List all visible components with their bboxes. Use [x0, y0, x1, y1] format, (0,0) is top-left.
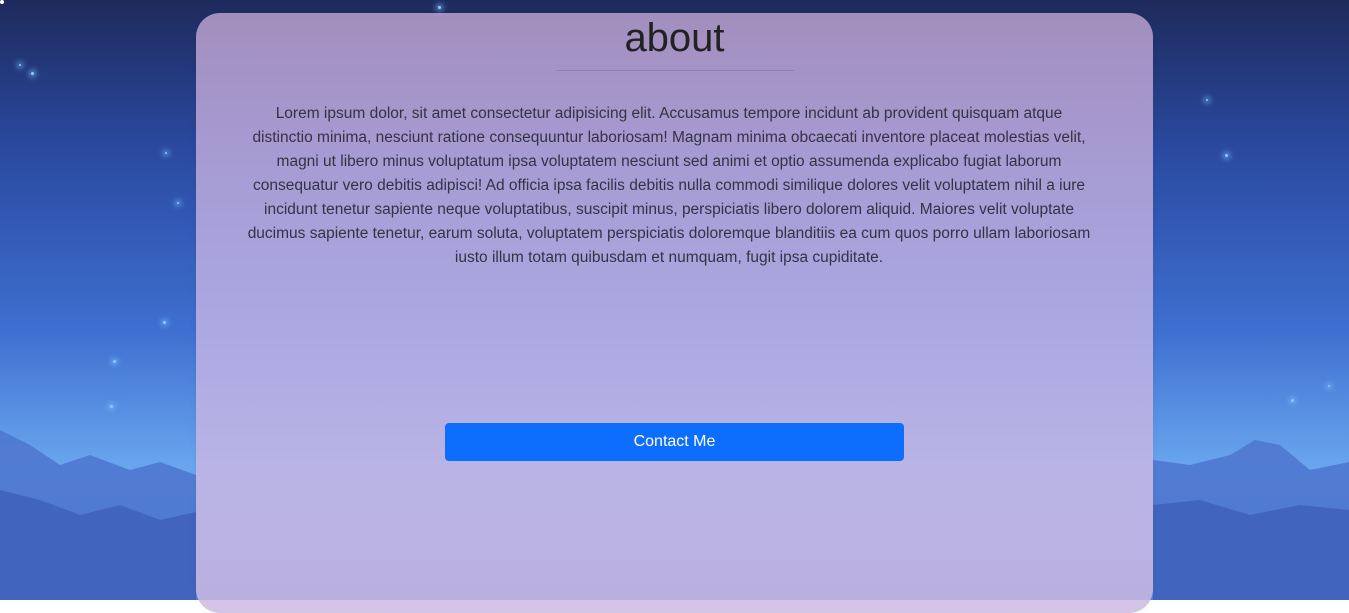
star [31, 72, 34, 75]
star [113, 360, 116, 363]
star [1291, 399, 1294, 402]
star [19, 64, 21, 66]
star [110, 405, 113, 408]
title-divider [556, 70, 794, 71]
corner-dot [0, 0, 4, 4]
contact-me-button[interactable]: Contact Me [445, 423, 904, 461]
star [163, 321, 166, 324]
star [1225, 154, 1228, 157]
star [1328, 385, 1330, 387]
star [438, 6, 441, 9]
about-paragraph: Lorem ipsum dolor, sit amet consectetur … [247, 105, 1091, 266]
page-title: about [624, 16, 725, 60]
star [177, 202, 179, 204]
star [165, 152, 167, 154]
about-card: about Lorem ipsum dolor, sit amet consec… [196, 13, 1153, 613]
star [1206, 99, 1208, 101]
